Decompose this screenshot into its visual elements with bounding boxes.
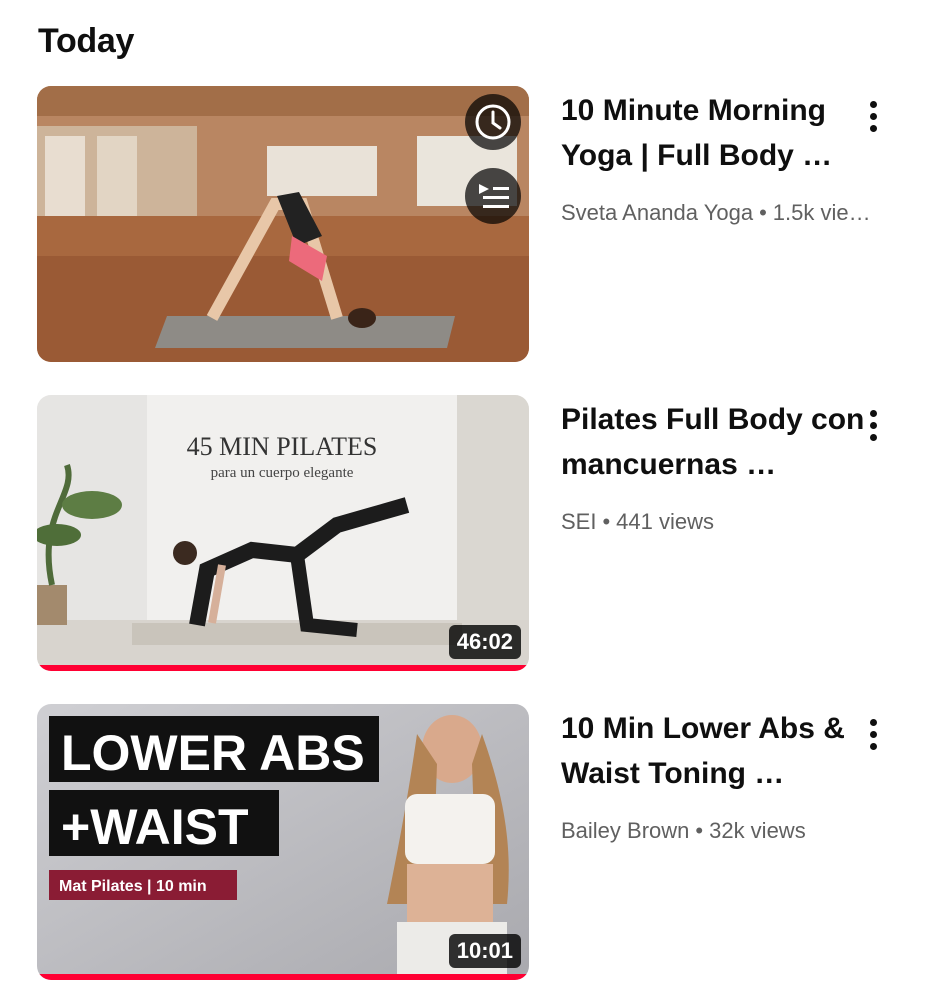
thumbnail-tag-text: Mat Pilates | 10 min bbox=[59, 878, 207, 895]
watch-progress-fill bbox=[37, 665, 529, 671]
video-title[interactable]: 10 Minute Morning Yoga | Full Body … bbox=[561, 86, 891, 178]
separator-dot: • bbox=[695, 818, 704, 843]
watch-progress-bar bbox=[37, 665, 529, 671]
more-vert-icon bbox=[869, 409, 877, 417]
section-title: Today bbox=[38, 22, 135, 60]
thumbnail-subtitle-text: para un cuerpo elegante bbox=[211, 465, 354, 481]
more-vert-icon bbox=[869, 718, 877, 726]
watch-later-icon bbox=[475, 104, 511, 140]
thumbnail-title-text: 45 MIN PILATES bbox=[187, 432, 378, 461]
watch-later-button[interactable] bbox=[465, 94, 521, 150]
video-item[interactable]: 10 Minute Morning Yoga | Full Body … Sve… bbox=[37, 86, 937, 366]
separator-dot: • bbox=[759, 200, 767, 225]
video-item[interactable]: 45 MIN PILATES para un cuerpo elegante 4… bbox=[37, 395, 937, 675]
video-title[interactable]: Pilates Full Body con mancuernas … bbox=[561, 395, 891, 487]
view-count: 441 views bbox=[616, 509, 715, 534]
watch-progress-fill bbox=[37, 974, 529, 980]
video-title[interactable]: 10 Min Lower Abs & Waist Toning … bbox=[561, 704, 891, 796]
more-vert-icon bbox=[869, 100, 877, 108]
video-thumbnail[interactable]: LOWER ABS +WAIST Mat Pilates | 10 min 10… bbox=[37, 704, 529, 980]
more-options-button[interactable] bbox=[859, 96, 887, 136]
more-options-button[interactable] bbox=[859, 714, 887, 754]
duration-badge: 46:02 bbox=[448, 625, 521, 659]
channel-name[interactable]: Sveta Ananda Yoga bbox=[561, 200, 753, 225]
separator-dot: • bbox=[602, 509, 611, 534]
add-to-queue-button[interactable] bbox=[465, 168, 521, 224]
add-to-queue-icon bbox=[479, 184, 509, 208]
view-count: 1.5k vie… bbox=[772, 200, 871, 225]
more-options-button[interactable] bbox=[859, 405, 887, 445]
video-subline: Bailey Brown • 32k views bbox=[561, 818, 891, 844]
video-item[interactable]: LOWER ABS +WAIST Mat Pilates | 10 min 10… bbox=[37, 704, 937, 984]
thumbnail-image-yoga-studio bbox=[37, 86, 529, 362]
thumbnail-subheadline-text: +WAIST bbox=[61, 799, 249, 855]
video-subline: Sveta Ananda Yoga • 1.5k vie… bbox=[561, 200, 891, 226]
video-thumbnail[interactable] bbox=[37, 86, 529, 362]
duration-badge: 10:01 bbox=[448, 934, 521, 968]
watch-progress-bar bbox=[37, 974, 529, 980]
video-thumbnail[interactable]: 45 MIN PILATES para un cuerpo elegante 4… bbox=[37, 395, 529, 671]
view-count: 32k views bbox=[709, 818, 806, 843]
channel-name[interactable]: SEI bbox=[561, 509, 596, 534]
thumbnail-headline-text: LOWER ABS bbox=[61, 725, 365, 781]
channel-name[interactable]: Bailey Brown bbox=[561, 818, 689, 843]
video-subline: SEI • 441 views bbox=[561, 509, 891, 535]
